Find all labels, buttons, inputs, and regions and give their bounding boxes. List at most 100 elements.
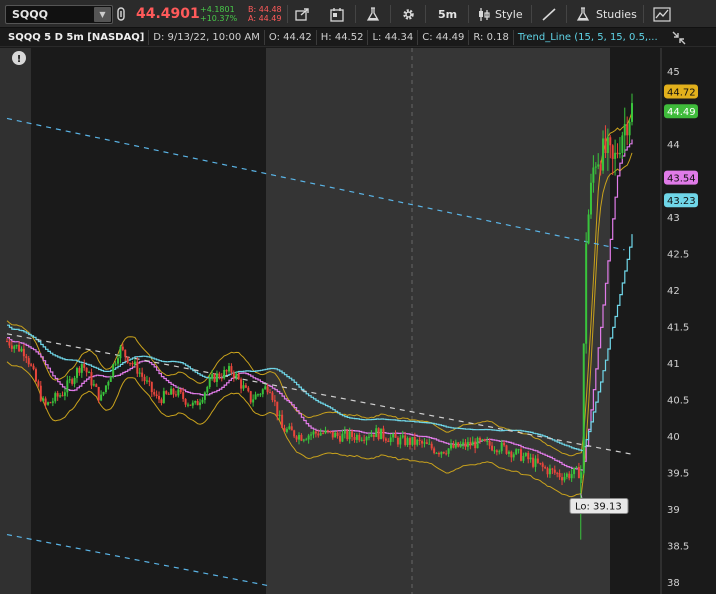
premarket-shade — [0, 48, 31, 594]
last-price: 44.4901 — [136, 6, 200, 22]
candle-body — [203, 392, 206, 400]
bid-value: B: 44.48 — [248, 5, 282, 14]
candle-body — [628, 121, 631, 136]
candle-body — [319, 433, 322, 436]
candle-body — [621, 135, 624, 153]
net-change: +4.1801 +10.37% — [200, 5, 237, 23]
candle-body — [411, 437, 414, 445]
y-tick-label: 43 — [667, 213, 680, 224]
candle-body — [563, 476, 566, 481]
candle-body — [302, 439, 305, 441]
candle-body — [481, 439, 484, 441]
candle-body — [447, 448, 450, 454]
candle-body — [13, 346, 16, 349]
candle-body — [408, 438, 411, 445]
candle-body — [133, 361, 136, 365]
candle-body — [326, 430, 329, 432]
candle-body — [213, 374, 216, 382]
candle-body — [556, 472, 559, 474]
candle-body — [107, 381, 110, 386]
candle-body — [15, 344, 18, 347]
candle-body — [63, 392, 66, 396]
gear-icon[interactable] — [397, 0, 419, 28]
candle-body — [143, 376, 146, 382]
study-label[interactable]: Trend_Line (15, 5, 15, 0.5,... — [514, 30, 662, 45]
afterhours-shade — [266, 48, 412, 594]
y-tick-label: 40 — [667, 432, 680, 443]
candle-body — [317, 433, 320, 436]
candle-body — [457, 442, 460, 447]
share-icon[interactable] — [292, 0, 314, 28]
bar-open: O: 44.42 — [265, 29, 317, 45]
candle-body — [532, 457, 535, 467]
candle-body — [208, 378, 211, 387]
price-tag-label: 44.72 — [667, 87, 696, 98]
candle-body — [493, 450, 496, 452]
candle-body — [158, 395, 161, 400]
candle-body — [370, 434, 373, 437]
candle-body — [189, 404, 192, 406]
collapse-icon[interactable] — [672, 31, 686, 48]
candle-body — [503, 442, 506, 446]
candle-body — [42, 398, 45, 401]
candle-body — [242, 385, 245, 389]
candle-body — [167, 393, 170, 395]
candle-body — [220, 377, 223, 379]
chart-templates-icon[interactable] — [651, 0, 673, 28]
candle-body — [114, 363, 117, 365]
studies-button[interactable]: Studies — [596, 0, 637, 28]
candle-body — [380, 428, 383, 440]
candle-body — [148, 380, 151, 382]
toolbar-divider — [355, 5, 356, 23]
svg-text:!: ! — [17, 54, 22, 65]
y-tick-label: 45 — [667, 67, 680, 78]
candle-body — [399, 437, 402, 445]
candle-body — [413, 437, 416, 445]
candle-body — [184, 398, 187, 405]
candle-body — [606, 137, 609, 154]
candle-body — [104, 385, 107, 393]
price-chart[interactable]: 4544.54443.54342.54241.54140.54039.53938… — [0, 48, 716, 594]
candle-body — [343, 430, 346, 434]
candle-body — [464, 442, 467, 447]
style-button[interactable]: Style — [495, 0, 523, 28]
timeframe-selector[interactable]: 5m — [438, 0, 457, 28]
candle-body — [442, 451, 445, 454]
calendar-icon[interactable] — [327, 0, 349, 28]
candle-body — [346, 430, 349, 440]
candle-body — [211, 374, 214, 379]
candle-body — [51, 401, 54, 403]
candle-body — [515, 449, 518, 455]
style-icon[interactable] — [476, 0, 492, 28]
toolbar-divider — [566, 5, 567, 23]
candle-body — [616, 152, 619, 155]
candle-body — [119, 346, 122, 359]
candle-body — [524, 453, 527, 456]
candle-body — [466, 441, 469, 447]
candle-body — [230, 366, 233, 373]
candle-body — [363, 439, 366, 441]
link-icon[interactable] — [114, 0, 128, 28]
studies-icon[interactable] — [574, 0, 592, 28]
symbol-selector[interactable]: SQQQ ▼ — [5, 5, 113, 24]
candle-body — [71, 379, 74, 384]
alert-icon[interactable]: ! — [12, 51, 26, 65]
candle-body — [18, 344, 21, 352]
candle-body — [54, 393, 57, 402]
flask-icon[interactable] — [362, 0, 384, 28]
candle-body — [310, 434, 313, 436]
candle-body — [488, 440, 491, 446]
y-tick-label: 40.5 — [667, 396, 689, 407]
candle-body — [150, 381, 153, 393]
candle-body — [90, 372, 93, 386]
bar-high: H: 44.52 — [317, 29, 369, 45]
chevron-down-icon[interactable]: ▼ — [94, 7, 111, 22]
candle-body — [100, 394, 103, 401]
candle-body — [196, 400, 199, 406]
y-tick-label: 42.5 — [667, 250, 689, 261]
candle-body — [34, 369, 37, 382]
drawing-icon[interactable] — [538, 0, 560, 28]
candle-body — [145, 380, 148, 382]
candle-body — [278, 414, 281, 417]
candle-body — [201, 399, 204, 403]
